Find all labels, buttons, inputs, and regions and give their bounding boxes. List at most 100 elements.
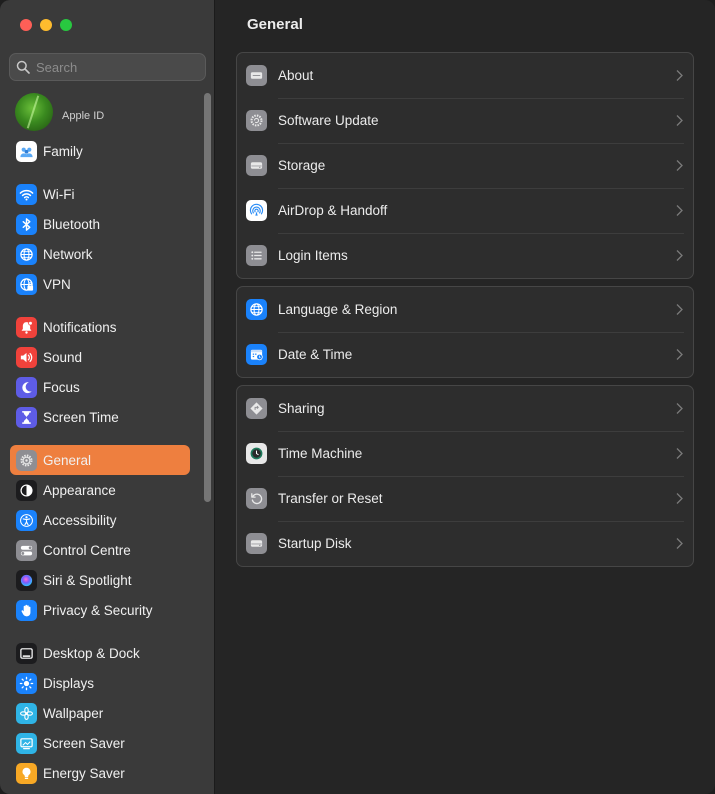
speaker-icon xyxy=(16,346,37,368)
sidebar-item-accessibility[interactable]: Accessibility xyxy=(10,505,190,535)
sidebar-item-network[interactable]: Network xyxy=(10,239,190,269)
drive-icon xyxy=(246,155,267,176)
row-label: Sharing xyxy=(278,401,325,416)
list-icon xyxy=(246,245,267,266)
sidebar-item-family[interactable]: Family xyxy=(10,136,190,166)
sidebar-item-wifi[interactable]: Wi-Fi xyxy=(10,179,190,209)
sidebar-item-notifications[interactable]: Notifications xyxy=(10,312,190,342)
close-window-button[interactable] xyxy=(20,19,32,31)
accessibility-icon xyxy=(16,509,37,531)
row-label: About xyxy=(278,68,314,83)
wifi-icon xyxy=(16,183,37,205)
chevron-right-icon xyxy=(675,492,684,505)
row-label: Time Machine xyxy=(278,446,363,461)
minimize-window-button[interactable] xyxy=(40,19,52,31)
chevron-right-icon xyxy=(675,114,684,127)
sidebar-item-label: Family xyxy=(43,143,83,159)
row-sharing[interactable]: Sharing xyxy=(237,386,693,431)
row-label: Date & Time xyxy=(278,347,353,362)
vpn-icon xyxy=(16,273,37,295)
sidebar-item-displays[interactable]: Displays xyxy=(10,668,190,698)
computer-icon xyxy=(246,65,267,86)
sidebar-item-bluetooth[interactable]: Bluetooth xyxy=(10,209,190,239)
gear-icon xyxy=(16,449,37,471)
sidebar-item-screen-saver[interactable]: Screen Saver xyxy=(10,728,190,758)
settings-group: Language & Region Date & Time xyxy=(236,286,694,378)
settings-window: Apple ID Family Wi-Fi Bluetooth xyxy=(0,0,715,794)
chevron-right-icon xyxy=(675,249,684,262)
sidebar-item-label: Appearance xyxy=(43,482,116,498)
sidebar-item-label: VPN xyxy=(43,276,71,292)
calendar-clock-icon xyxy=(246,344,267,365)
sidebar-item-privacy-security[interactable]: Privacy & Security xyxy=(10,595,190,625)
sharing-icon xyxy=(246,398,267,419)
bulb-icon xyxy=(16,762,37,784)
chevron-right-icon xyxy=(675,402,684,415)
sidebar-item-label: Screen Time xyxy=(43,409,119,425)
sidebar-item-control-centre[interactable]: Control Centre xyxy=(10,535,190,565)
sidebar-item-label: Notifications xyxy=(43,319,117,335)
apple-id-item[interactable]: Apple ID xyxy=(15,93,104,131)
chevron-right-icon xyxy=(675,537,684,550)
sidebar-item-appearance[interactable]: Appearance xyxy=(10,475,190,505)
sidebar-item-wallpaper[interactable]: Wallpaper xyxy=(10,698,190,728)
search-input[interactable] xyxy=(36,59,186,75)
row-airdrop-handoff[interactable]: AirDrop & Handoff xyxy=(237,188,693,233)
apple-id-label: Apple ID xyxy=(62,110,105,122)
sidebar-item-label: Desktop & Dock xyxy=(43,645,140,661)
sidebar-item-label: Screen Saver xyxy=(43,735,125,751)
avatar xyxy=(15,93,53,131)
family-icon xyxy=(16,140,37,162)
row-transfer-reset[interactable]: Transfer or Reset xyxy=(237,476,693,521)
row-date-time[interactable]: Date & Time xyxy=(237,332,693,377)
sidebar-item-screen-time[interactable]: Screen Time xyxy=(10,402,190,432)
chevron-right-icon xyxy=(675,69,684,82)
sidebar-item-label: Control Centre xyxy=(43,542,131,558)
row-software-update[interactable]: Software Update xyxy=(237,98,693,143)
chevron-right-icon xyxy=(675,159,684,172)
sidebar-item-label: Privacy & Security xyxy=(43,602,153,618)
row-login-items[interactable]: Login Items xyxy=(237,233,693,278)
row-label: Language & Region xyxy=(278,302,398,317)
search-icon xyxy=(16,60,30,74)
row-language-region[interactable]: Language & Region xyxy=(237,287,693,332)
globe-icon xyxy=(246,299,267,320)
row-label: Software Update xyxy=(278,113,379,128)
sidebar-item-general[interactable]: General xyxy=(10,445,190,475)
row-time-machine[interactable]: Time Machine xyxy=(237,431,693,476)
toggles-icon xyxy=(16,539,37,561)
sidebar-item-siri-spotlight[interactable]: Siri & Spotlight xyxy=(10,565,190,595)
chevron-right-icon xyxy=(675,204,684,217)
sidebar-item-label: Energy Saver xyxy=(43,765,125,781)
sidebar-item-label: Bluetooth xyxy=(43,216,101,232)
globe-icon xyxy=(16,243,37,265)
sidebar-item-label: Wi-Fi xyxy=(43,186,75,202)
sidebar-item-vpn[interactable]: VPN xyxy=(10,269,190,299)
search-field[interactable] xyxy=(9,53,206,81)
row-storage[interactable]: Storage xyxy=(237,143,693,188)
sidebar-item-label: Focus xyxy=(43,379,80,395)
sidebar-item-label: Displays xyxy=(43,675,95,691)
sidebar-item-sound[interactable]: Sound xyxy=(10,342,190,372)
row-startup-disk[interactable]: Startup Disk xyxy=(237,521,693,566)
sidebar: Apple ID Family Wi-Fi Bluetooth xyxy=(0,0,215,794)
row-label: Startup Disk xyxy=(278,536,352,551)
row-label: Login Items xyxy=(278,248,348,263)
row-about[interactable]: About xyxy=(237,53,693,98)
bluetooth-icon xyxy=(16,213,37,235)
reset-icon xyxy=(246,488,267,509)
dock-icon xyxy=(16,642,37,664)
siri-icon xyxy=(16,569,37,591)
window-controls xyxy=(20,19,72,31)
sidebar-item-energy-saver[interactable]: Energy Saver xyxy=(10,758,190,788)
page-title: General xyxy=(247,16,303,33)
sidebar-item-focus[interactable]: Focus xyxy=(10,372,190,402)
settings-group: About Software Update Storage AirDrop & … xyxy=(236,52,694,279)
sidebar-scrollbar[interactable] xyxy=(204,93,211,502)
sun-icon xyxy=(16,672,37,694)
appearance-icon xyxy=(16,479,37,501)
sidebar-item-label: General xyxy=(43,452,92,468)
sidebar-item-label: Accessibility xyxy=(43,512,117,528)
zoom-window-button[interactable] xyxy=(60,19,72,31)
sidebar-item-desktop-dock[interactable]: Desktop & Dock xyxy=(10,638,190,668)
